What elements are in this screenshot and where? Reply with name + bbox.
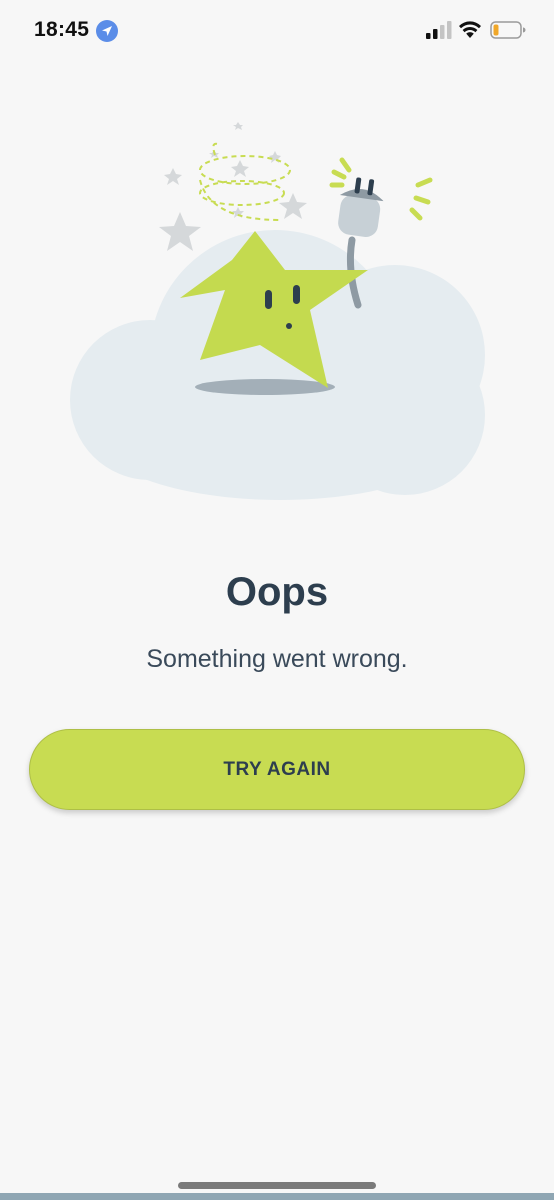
home-indicator[interactable] xyxy=(178,1182,376,1189)
bottom-edge xyxy=(0,1193,554,1200)
unplugged-star-on-cloud-illustration xyxy=(70,122,485,500)
star-shadow xyxy=(195,379,335,395)
status-time: 18:45 xyxy=(34,18,90,41)
cellular-signal-icon xyxy=(426,21,452,39)
wifi-icon xyxy=(459,21,481,38)
page-title: Oops xyxy=(225,570,329,614)
location-arrow-icon xyxy=(96,20,118,42)
error-message: Something went wrong. xyxy=(146,645,408,673)
try-again-label: TRY AGAIN xyxy=(223,758,331,780)
status-bar: 18:45 xyxy=(0,0,554,62)
error-screen: 18:45 Oops Something went wrong. TRY AGA… xyxy=(0,0,554,1200)
battery-low-icon xyxy=(490,21,526,39)
try-again-button[interactable]: TRY AGAIN xyxy=(29,729,525,810)
